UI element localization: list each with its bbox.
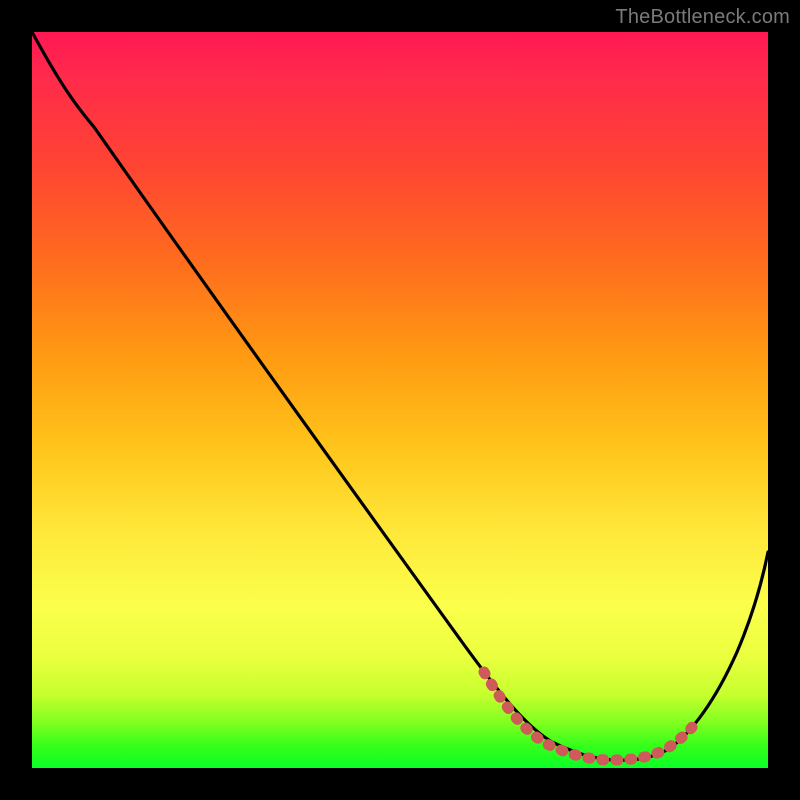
watermark-text: TheBottleneck.com (615, 6, 790, 29)
chart-frame: TheBottleneck.com (0, 0, 800, 800)
bottleneck-curve (32, 32, 768, 768)
curve-path (32, 32, 768, 760)
marker-segment (484, 672, 694, 760)
plot-area (32, 32, 768, 768)
